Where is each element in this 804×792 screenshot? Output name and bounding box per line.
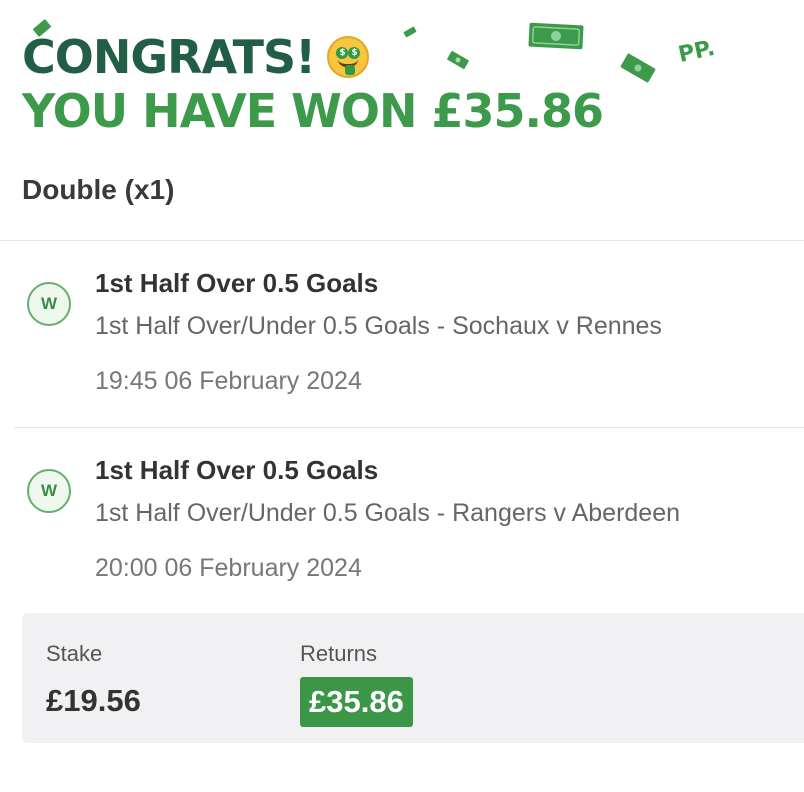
bet-summary-panel: Stake Returns £19.56 £35.86 [22, 613, 804, 743]
banknote-icon [447, 51, 469, 69]
returns-value: £35.86 [300, 677, 413, 727]
divider [0, 240, 804, 241]
market-name: 1st Half Over/Under 0.5 Goals - Sochaux … [95, 312, 662, 340]
selection-name: 1st Half Over 0.5 Goals [95, 455, 379, 485]
returns-label: Returns [300, 641, 378, 666]
event-time: 19:45 06 February 2024 [95, 367, 362, 395]
stake-value: £19.56 [46, 683, 141, 718]
banknote-icon [620, 53, 656, 83]
congrats-text: CONGRATS! [22, 30, 316, 84]
banknote-icon [403, 26, 417, 38]
banknote-icon [528, 22, 584, 50]
brand-mark: PP. [676, 36, 717, 68]
divider [14, 427, 804, 428]
money-mouth-face-icon: $ $ [327, 36, 370, 78]
win-badge: W [27, 282, 71, 326]
stake-label: Stake [46, 641, 103, 666]
win-badge: W [27, 469, 71, 513]
market-name: 1st Half Over/Under 0.5 Goals - Rangers … [95, 499, 681, 527]
event-time: 20:00 06 February 2024 [95, 554, 362, 582]
bet-type-label: Double (x1) [22, 174, 175, 205]
winnings-heading: YOU HAVE WON £35.86 [22, 84, 604, 138]
congrats-heading: CONGRATS! $ $ [22, 30, 370, 84]
selection-name: 1st Half Over 0.5 Goals [95, 268, 379, 298]
